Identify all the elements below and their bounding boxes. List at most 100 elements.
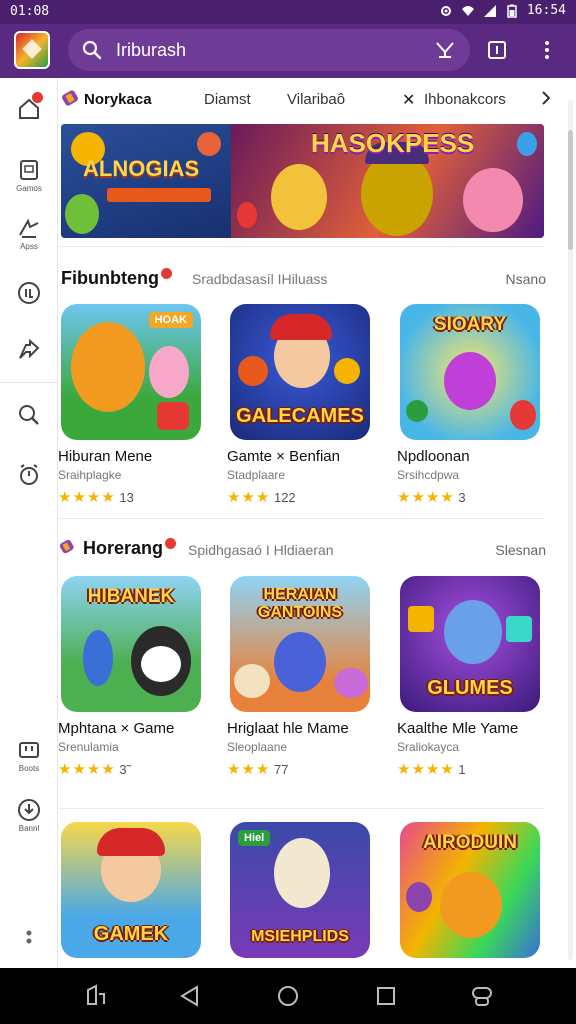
thumb-tag: HOAK <box>148 312 193 328</box>
app-card[interactable]: Hiel MSIEHPLIDS <box>227 822 377 968</box>
search-icon <box>19 405 39 425</box>
rating-stars: ★★★★ <box>58 761 116 778</box>
sidebar-item-movies[interactable] <box>0 268 58 318</box>
sidebar-item-games[interactable]: Gamos <box>0 150 58 200</box>
sidebar-label-apps: Apss <box>20 242 38 251</box>
app-rating: ★★★★ 3 <box>397 488 466 506</box>
sidebar-item-home[interactable] <box>0 84 58 134</box>
recents-icon[interactable] <box>372 982 400 1010</box>
red-hat <box>97 828 165 856</box>
gift-box <box>157 402 189 430</box>
thumb-title: SIOARY <box>433 314 507 335</box>
section-2-more-link[interactable]: Slesnan <box>495 542 546 558</box>
sidebar-item-share[interactable] <box>0 326 58 376</box>
featured-banner[interactable]: ALNOGIAS HASOKPESS <box>61 124 544 238</box>
rating-count: 1 <box>458 762 466 777</box>
app-thumbnail: GAMEK <box>61 822 201 958</box>
rating-count: 13 <box>119 490 134 505</box>
search-icon <box>82 40 102 60</box>
app-developer: Sleoplaane <box>227 740 288 754</box>
app-thumbnail: Hiel MSIEHPLIDS <box>230 822 370 958</box>
search-input[interactable]: Iriburash <box>116 40 186 61</box>
library-icon <box>19 742 39 758</box>
app-card[interactable]: HIBANEK Mphtana × Game Srenulamia ★★★★ 3… <box>58 576 208 786</box>
app-thumbnail: GLUMES <box>400 576 540 712</box>
section-2-subtitle: Spidhgasaó I Hldiaeran <box>188 542 334 558</box>
rating-count: 3̃ <box>119 762 127 777</box>
app-card[interactable]: HERAIAN GANTOINS Hriglaat hle Mame Sleop… <box>227 576 377 786</box>
sidebar-item-search[interactable] <box>0 390 58 440</box>
app-name: Gamte × Benfian <box>227 448 340 465</box>
scrollbar[interactable] <box>568 100 573 960</box>
sidebar-item-more[interactable] <box>0 912 58 962</box>
sidebar-item-download[interactable]: Bannl <box>0 790 58 840</box>
app-name: Mphtana × Game <box>58 720 175 737</box>
section-2-badge <box>165 538 177 549</box>
car-sticker <box>234 664 270 698</box>
back-icon[interactable] <box>176 982 204 1010</box>
category-tab-1[interactable]: Norykaca <box>84 91 152 108</box>
thumb-title: MSIEHPLIDS <box>251 928 349 945</box>
thumb-title: HIBANEK <box>87 586 175 607</box>
search-bar[interactable]: Iriburash <box>68 29 470 71</box>
app-card[interactable]: GLUMES Kaalthe Mle Yame Sraliokayca ★★★★… <box>397 576 547 786</box>
status-icons: 16:54 <box>439 3 566 18</box>
main-content: Norykaca Diamst Vilaribaô ✕ Ihbonakcors … <box>58 78 568 968</box>
section-2-title[interactable]: Horerang <box>58 538 177 559</box>
thumb-tag: Hiel <box>238 830 271 846</box>
app-name: Kaalthe Mle Yame <box>397 720 519 737</box>
scrollbar-thumb[interactable] <box>568 130 573 250</box>
split-screen-icon[interactable] <box>82 982 110 1010</box>
notification-badge <box>32 92 43 103</box>
sidebar-item-library[interactable]: Boots <box>0 730 58 780</box>
thumb-title: HERAIAN GANTOINS <box>257 586 343 621</box>
dino-character <box>65 194 99 234</box>
toy-sticker <box>334 668 368 698</box>
app-card[interactable]: SIOARY Npdloonan Srsihcdpwa ★★★★ 3 <box>397 304 547 514</box>
ball-sticker <box>238 356 268 386</box>
chevron-right-icon[interactable] <box>540 89 552 107</box>
system-nav-bar <box>0 968 576 1024</box>
thumb-title: AIRODUIN <box>423 832 517 853</box>
app-developer: Sraliokayca <box>397 740 460 754</box>
thumb-title: GAMEK <box>93 923 169 945</box>
sidebar-item-apps[interactable]: Apss <box>0 208 58 258</box>
home-nav-icon[interactable] <box>274 982 302 1010</box>
rating-stars: ★★★★ <box>58 489 116 506</box>
status-bar: 01:08 16:54 <box>0 0 576 24</box>
app-header: Iriburash <box>0 24 576 78</box>
app-developer: Srenulamia <box>58 740 119 754</box>
lion-character <box>71 322 145 412</box>
sidebar-item-alarm[interactable] <box>0 450 58 500</box>
fox-character <box>440 872 502 938</box>
category-tab-3[interactable]: Vilaribaô <box>287 91 345 108</box>
app-rating: ★★★★ 13 <box>58 488 134 506</box>
wifi-icon <box>461 5 474 16</box>
app-card[interactable]: GAMEK <box>58 822 208 968</box>
app-rating: ★★★ 122 <box>227 488 296 506</box>
category-tab-2[interactable]: Diamst <box>204 91 251 108</box>
tabs-icon[interactable] <box>486 39 508 61</box>
section-1-more-link[interactable]: Nsano <box>506 271 546 287</box>
app-logo[interactable] <box>14 31 50 69</box>
overflow-menu-icon[interactable] <box>536 39 558 61</box>
app-card[interactable]: HOAK Hiburan Mene Sraihplagke ★★★★ 13 <box>58 304 208 514</box>
app-card[interactable]: GALECAMES Gamte × Benfian Stadplaare ★★★… <box>227 304 377 514</box>
bear-character <box>149 346 189 398</box>
close-icon[interactable]: ✕ <box>402 90 415 110</box>
movies-icon <box>18 282 40 304</box>
battery-icon <box>507 4 517 18</box>
section-divider <box>58 808 544 809</box>
category-bar: Norykaca Diamst Vilaribaô ✕ Ihbonakcors <box>58 78 558 122</box>
rating-count: 3 <box>458 490 466 505</box>
robot-character <box>444 600 502 664</box>
app-card[interactable]: AIRODUIN <box>397 822 547 968</box>
rating-stars: ★★★ <box>227 489 271 506</box>
assistant-icon[interactable] <box>468 982 496 1010</box>
category-tab-4[interactable]: Ihbonakcors <box>424 91 506 108</box>
voice-search-icon[interactable] <box>434 40 456 60</box>
rating-count: 77 <box>273 762 289 777</box>
status-clock-right: 16:54 <box>526 3 566 18</box>
section-1-title[interactable]: Fibunbteng <box>61 268 172 289</box>
candy-icon <box>59 539 74 554</box>
